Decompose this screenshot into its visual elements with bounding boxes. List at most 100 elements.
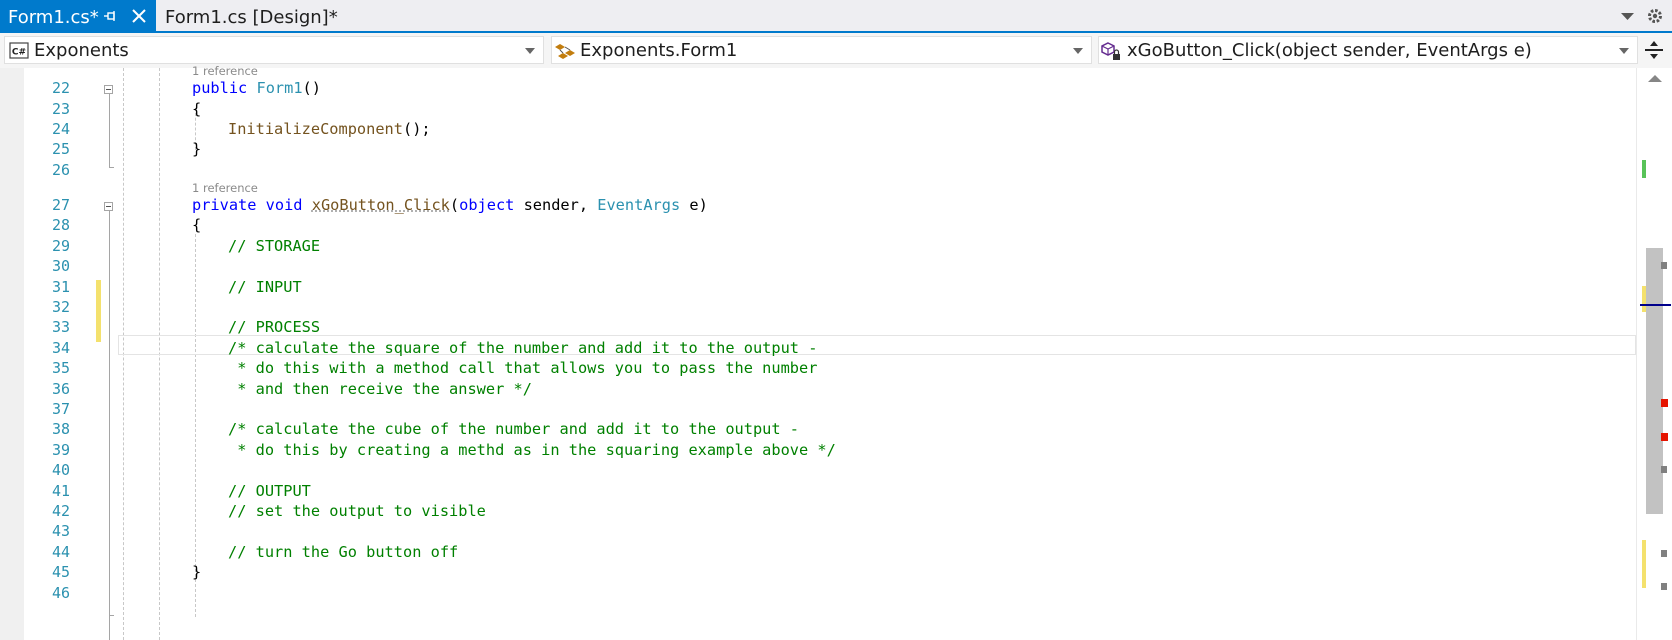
tab-form1-design-label: Form1.cs [Design]* (165, 7, 338, 28)
code-line: 24 InitializeComponent(); (0, 118, 1640, 140)
line-number: 35 (51, 359, 70, 377)
navigation-bar: C# Exponents Exponents.Form1 xGoButton_C… (0, 33, 1672, 68)
code-line: 43 (0, 520, 1640, 542)
code-line: 28 { (0, 214, 1640, 236)
csharp-icon-label: C# (12, 48, 26, 58)
codelens-reference[interactable]: 1 reference (192, 181, 258, 195)
code-line: 30 (0, 255, 1640, 277)
line-number: 31 (51, 278, 70, 296)
code-text: } (192, 140, 202, 158)
outline-end (109, 615, 114, 616)
close-icon[interactable] (131, 8, 147, 24)
code-line: 35 * do this with a method call that all… (0, 357, 1640, 379)
code-text: private void xGoButton_Click(object send… (192, 196, 708, 214)
code-text: InitializeComponent(); (228, 120, 431, 138)
type-dropdown[interactable]: Exponents.Form1 (551, 36, 1092, 64)
code-line: 40 (0, 459, 1640, 481)
codelens-reference[interactable]: 1 reference (192, 64, 258, 78)
line-number: 29 (51, 237, 70, 255)
code-line: 34 /* calculate the square of the number… (0, 337, 1640, 359)
code-line: 26 (0, 159, 1640, 181)
tab-dropdown-icon[interactable] (1621, 12, 1634, 21)
code-line: 22 public Form1() (0, 77, 1640, 99)
code-line: 44 // turn the Go button off (0, 541, 1640, 563)
code-line: 46 (0, 582, 1640, 604)
annotation-marker (1661, 466, 1667, 473)
code-line: 27 private void xGoButton_Click(object s… (0, 194, 1640, 216)
code-text: { (192, 100, 202, 118)
line-number: 36 (51, 380, 70, 398)
annotation-marker (1661, 550, 1667, 557)
line-number: 39 (51, 441, 70, 459)
code-line: 33 // PROCESS (0, 316, 1640, 338)
line-number: 43 (51, 522, 70, 540)
scrollbar-thumb[interactable] (1646, 248, 1663, 514)
tab-form1-design[interactable]: Form1.cs [Design]* (156, 0, 347, 31)
tab-form1-cs[interactable]: Form1.cs* (0, 0, 156, 33)
chevron-down-icon (1073, 48, 1083, 54)
code-comment: // turn the Go button off (228, 543, 459, 561)
chevron-down-icon (1619, 48, 1629, 54)
line-number: 42 (51, 502, 70, 520)
member-name: xGoButton_Click(object sender, EventArgs… (1127, 40, 1532, 61)
code-comment: // STORAGE (228, 237, 321, 255)
code-text: { (192, 216, 202, 234)
tab-form1-cs-label: Form1.cs* (8, 7, 99, 28)
document-tab-strip: Form1.cs* Form1.cs [Design]* (0, 0, 1672, 33)
line-number: 40 (51, 461, 70, 479)
private-method-icon (1101, 42, 1120, 60)
annotation-marker (1661, 583, 1667, 590)
line-number: 26 (51, 161, 70, 179)
code-comment: * and then receive the answer */ (228, 380, 532, 398)
code-line: 32 (0, 296, 1640, 318)
line-number: 32 (51, 298, 70, 316)
type-name: Exponents.Form1 (580, 40, 738, 61)
code-line: 23 { (0, 98, 1640, 120)
project-name: Exponents (34, 40, 129, 61)
code-comment: /* calculate the cube of the number and … (228, 420, 799, 438)
error-marker (1661, 433, 1668, 441)
code-line: 25 } (0, 138, 1640, 160)
code-text: public Form1() (192, 79, 321, 97)
vertical-scrollbar[interactable] (1636, 68, 1672, 640)
code-comment: // set the output to visible (228, 502, 486, 520)
csharp-project-icon: C# (9, 42, 29, 59)
error-marker (1661, 399, 1668, 407)
line-number: 30 (51, 257, 70, 275)
code-line: 45 } (0, 561, 1640, 583)
code-comment: /* calculate the square of the number an… (228, 339, 818, 357)
code-line: 39 * do this by creating a methd as in t… (0, 439, 1640, 461)
code-line: 29 // STORAGE (0, 235, 1640, 257)
line-number: 37 (51, 400, 70, 418)
line-number: 38 (51, 420, 70, 438)
line-number: 27 (51, 196, 70, 214)
scroll-up-arrow-icon[interactable] (1648, 74, 1662, 82)
code-line: 37 (0, 398, 1640, 420)
line-number: 44 (51, 543, 70, 561)
code-line: 42 // set the output to visible (0, 500, 1640, 522)
line-number: 46 (51, 584, 70, 602)
code-comment: // PROCESS (228, 318, 321, 336)
code-comment: // INPUT (228, 278, 302, 296)
line-number: 22 (51, 79, 70, 97)
pin-icon[interactable] (103, 9, 117, 23)
code-comment: * do this with a method call that allows… (228, 359, 818, 377)
code-comment: * do this by creating a methd as in the … (228, 441, 836, 459)
gear-icon[interactable] (1646, 7, 1664, 25)
line-number: 45 (51, 563, 70, 581)
caret-position-marker (1640, 304, 1671, 306)
change-saved-marker (1642, 160, 1646, 178)
annotation-marker (1661, 262, 1667, 269)
split-window-icon[interactable] (1643, 39, 1665, 61)
class-icon (555, 44, 575, 59)
code-line: 31 // INPUT (0, 276, 1640, 298)
line-number: 28 (51, 216, 70, 234)
code-editor[interactable]: 1 reference 1 reference 22 public Form1(… (0, 64, 1672, 640)
line-number: 24 (51, 120, 70, 138)
line-number: 25 (51, 140, 70, 158)
member-dropdown[interactable]: xGoButton_Click(object sender, EventArgs… (1098, 36, 1638, 64)
line-number: 41 (51, 482, 70, 500)
line-number: 33 (51, 318, 70, 336)
unsaved-change-marker (1642, 286, 1646, 312)
project-dropdown[interactable]: C# Exponents (4, 36, 544, 64)
